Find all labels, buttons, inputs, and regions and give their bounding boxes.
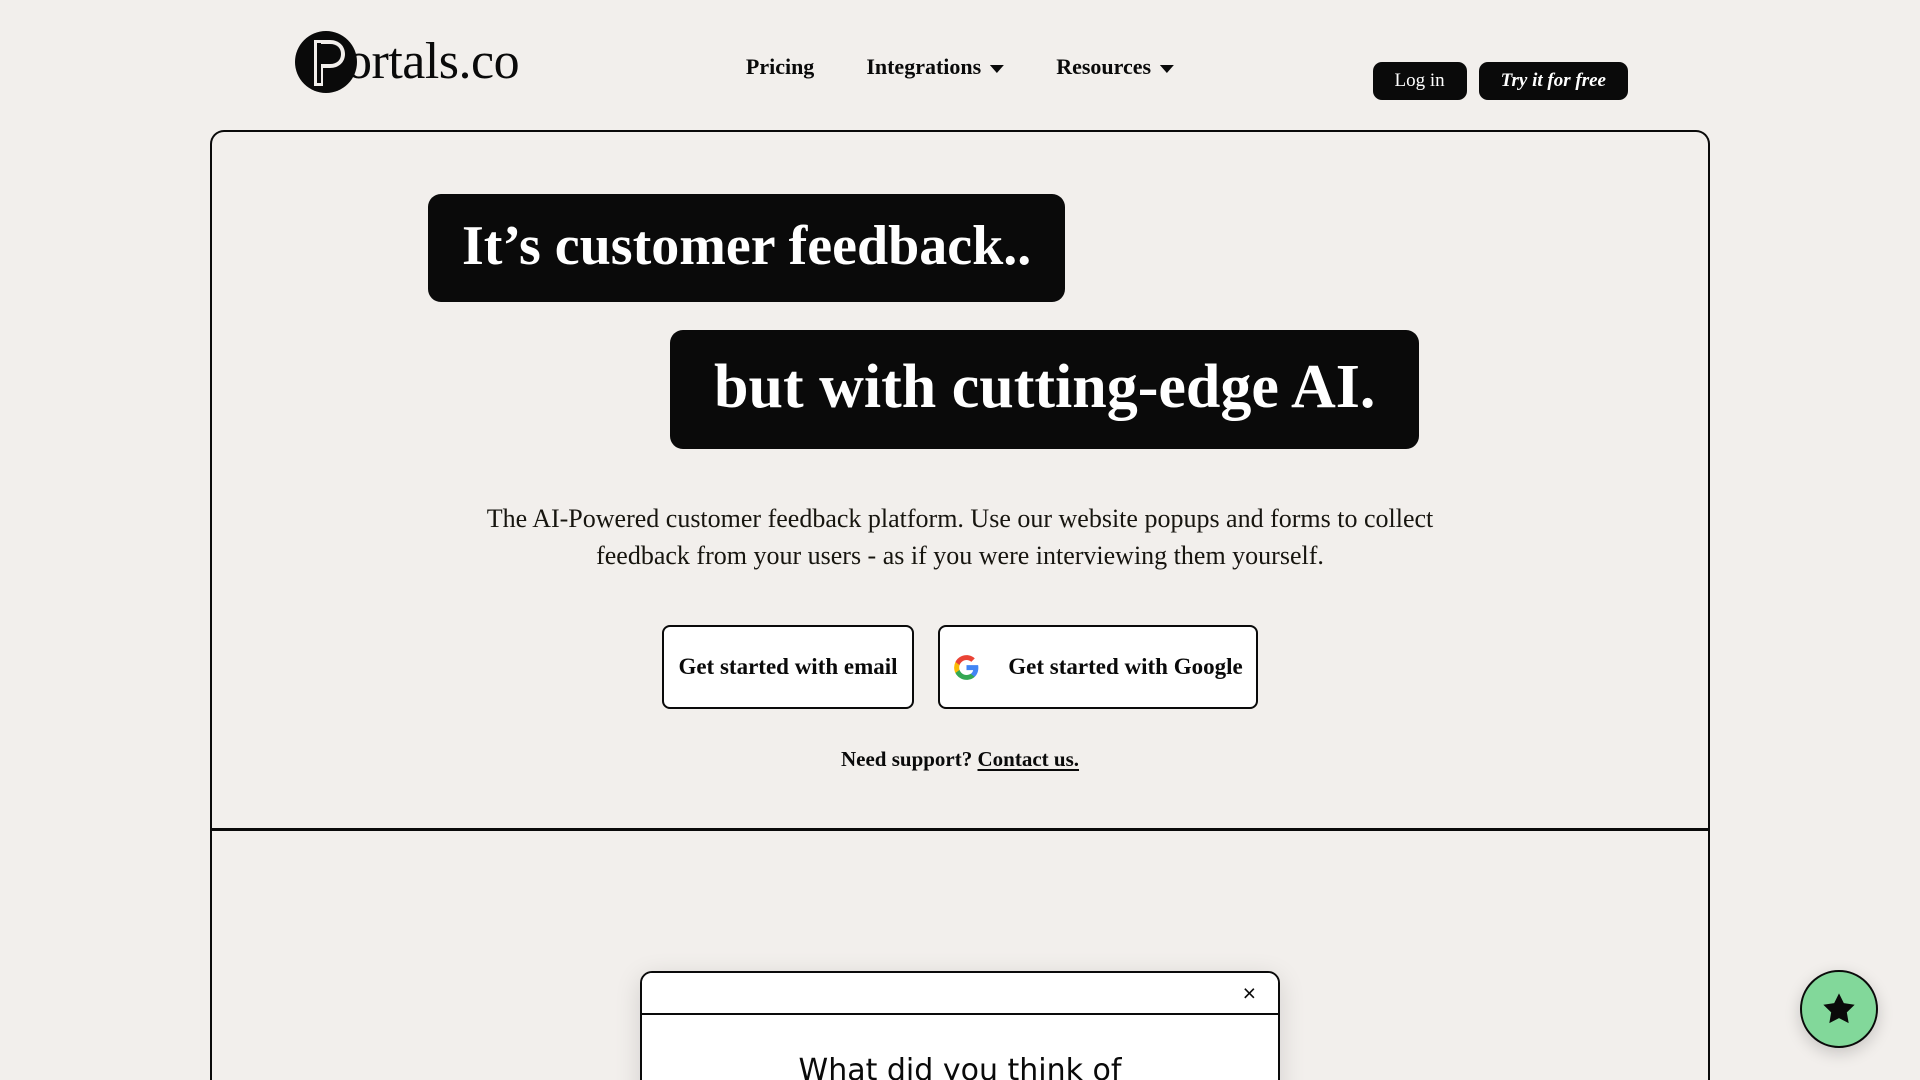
get-started-email-label: Get started with email	[678, 654, 898, 680]
headline-row-1: It’s customer feedback..	[212, 194, 1708, 303]
nav-label-integrations: Integrations	[866, 54, 982, 79]
portals-p-mark-icon	[292, 28, 360, 96]
header-actions: Log in Try it for free	[1372, 62, 1628, 100]
get-started-google-button[interactable]: Get started with Google	[938, 625, 1258, 710]
feedback-popup-titlebar: ×	[642, 973, 1278, 1016]
google-g-icon	[953, 654, 980, 681]
nav-item-integrations[interactable]: Integrations	[866, 54, 1005, 79]
headline-line-2: but with cutting-edge AI.	[670, 330, 1420, 450]
chevron-down-icon	[990, 64, 1005, 73]
feedback-popup-body: What did you think of	[642, 1015, 1278, 1080]
widget-preview-section: × What did you think of	[212, 831, 1708, 1080]
headline-row-2: but with cutting-edge AI.	[212, 330, 1708, 450]
get-started-email-button[interactable]: Get started with email	[662, 625, 914, 710]
close-icon[interactable]: ×	[1243, 981, 1256, 1005]
feedback-fab-button[interactable]	[1800, 970, 1878, 1048]
hero-section: It’s customer feedback.. but with cuttin…	[212, 132, 1708, 832]
star-icon	[1819, 989, 1859, 1029]
support-line: Need support? Contact us.	[212, 747, 1708, 772]
hero-subtitle: The AI-Powered customer feedback platfor…	[486, 504, 1434, 571]
site-header: ortals.co Pricing Integrations Resources…	[0, 0, 1920, 130]
nav-item-resources[interactable]: Resources	[1056, 54, 1175, 79]
feedback-popup-preview: × What did you think of	[640, 971, 1280, 1080]
get-started-google-label: Get started with Google	[1008, 654, 1243, 680]
support-prefix: Need support?	[840, 747, 973, 772]
brand-logo[interactable]: ortals.co	[292, 28, 520, 96]
brand-wordmark: ortals.co	[346, 33, 520, 90]
primary-navigation: Pricing Integrations Resources	[746, 54, 1175, 79]
nav-item-pricing[interactable]: Pricing	[746, 56, 814, 78]
login-button[interactable]: Log in	[1372, 62, 1467, 100]
chevron-down-icon	[1160, 64, 1175, 73]
hero-frame: It’s customer feedback.. but with cuttin…	[210, 130, 1710, 1080]
nav-label-resources: Resources	[1056, 54, 1152, 79]
try-free-button[interactable]: Try it for free	[1478, 62, 1628, 100]
cta-button-row: Get started with email Get started with …	[212, 625, 1708, 710]
nav-label-pricing: Pricing	[745, 54, 815, 79]
headline-line-1: It’s customer feedback..	[428, 194, 1066, 303]
contact-us-link[interactable]: Contact us.	[978, 747, 1080, 771]
feedback-popup-question: What did you think of	[798, 1053, 1122, 1080]
